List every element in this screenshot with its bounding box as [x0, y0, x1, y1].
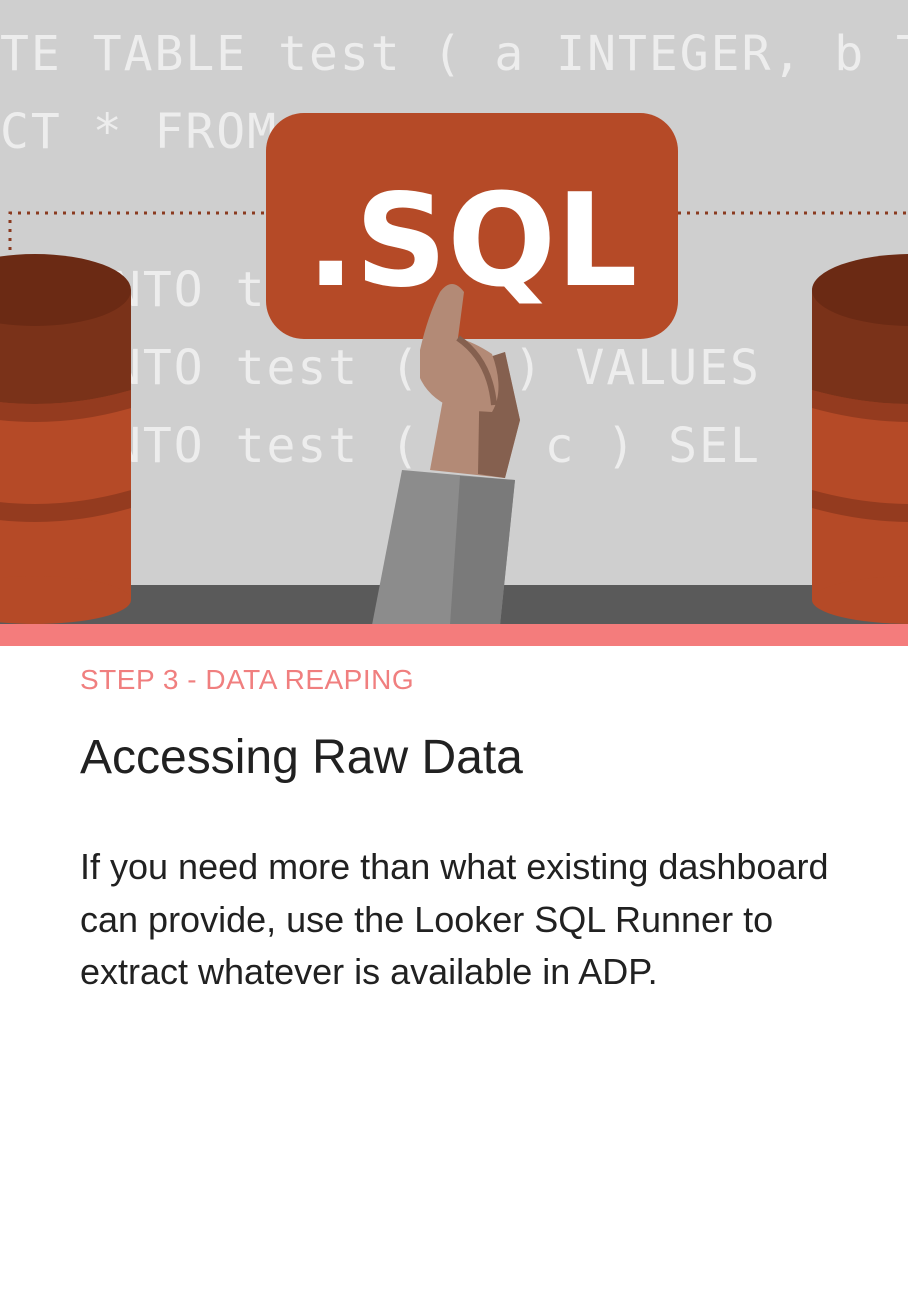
- code-line: CT * FROM: [0, 104, 278, 160]
- sql-badge: .SQL: [266, 113, 678, 339]
- sql-badge-text: .SQL: [306, 167, 637, 316]
- step-label: STEP 3 - DATA REAPING: [80, 664, 415, 695]
- code-line: TE TABLE test ( a INTEGER, b TEX: [0, 26, 908, 82]
- body-paragraph: If you need more than what existing dash…: [80, 846, 829, 992]
- hero-illustration: TE TABLE test ( a INTEGER, b TEX CT * FR…: [0, 0, 908, 646]
- accent-stripe: [0, 624, 908, 646]
- database-icon-right: [812, 254, 908, 624]
- page-title: Accessing Raw Data: [80, 731, 523, 784]
- page: TE TABLE test ( a INTEGER, b TEX CT * FR…: [0, 0, 908, 1293]
- database-icon-left: [0, 254, 131, 624]
